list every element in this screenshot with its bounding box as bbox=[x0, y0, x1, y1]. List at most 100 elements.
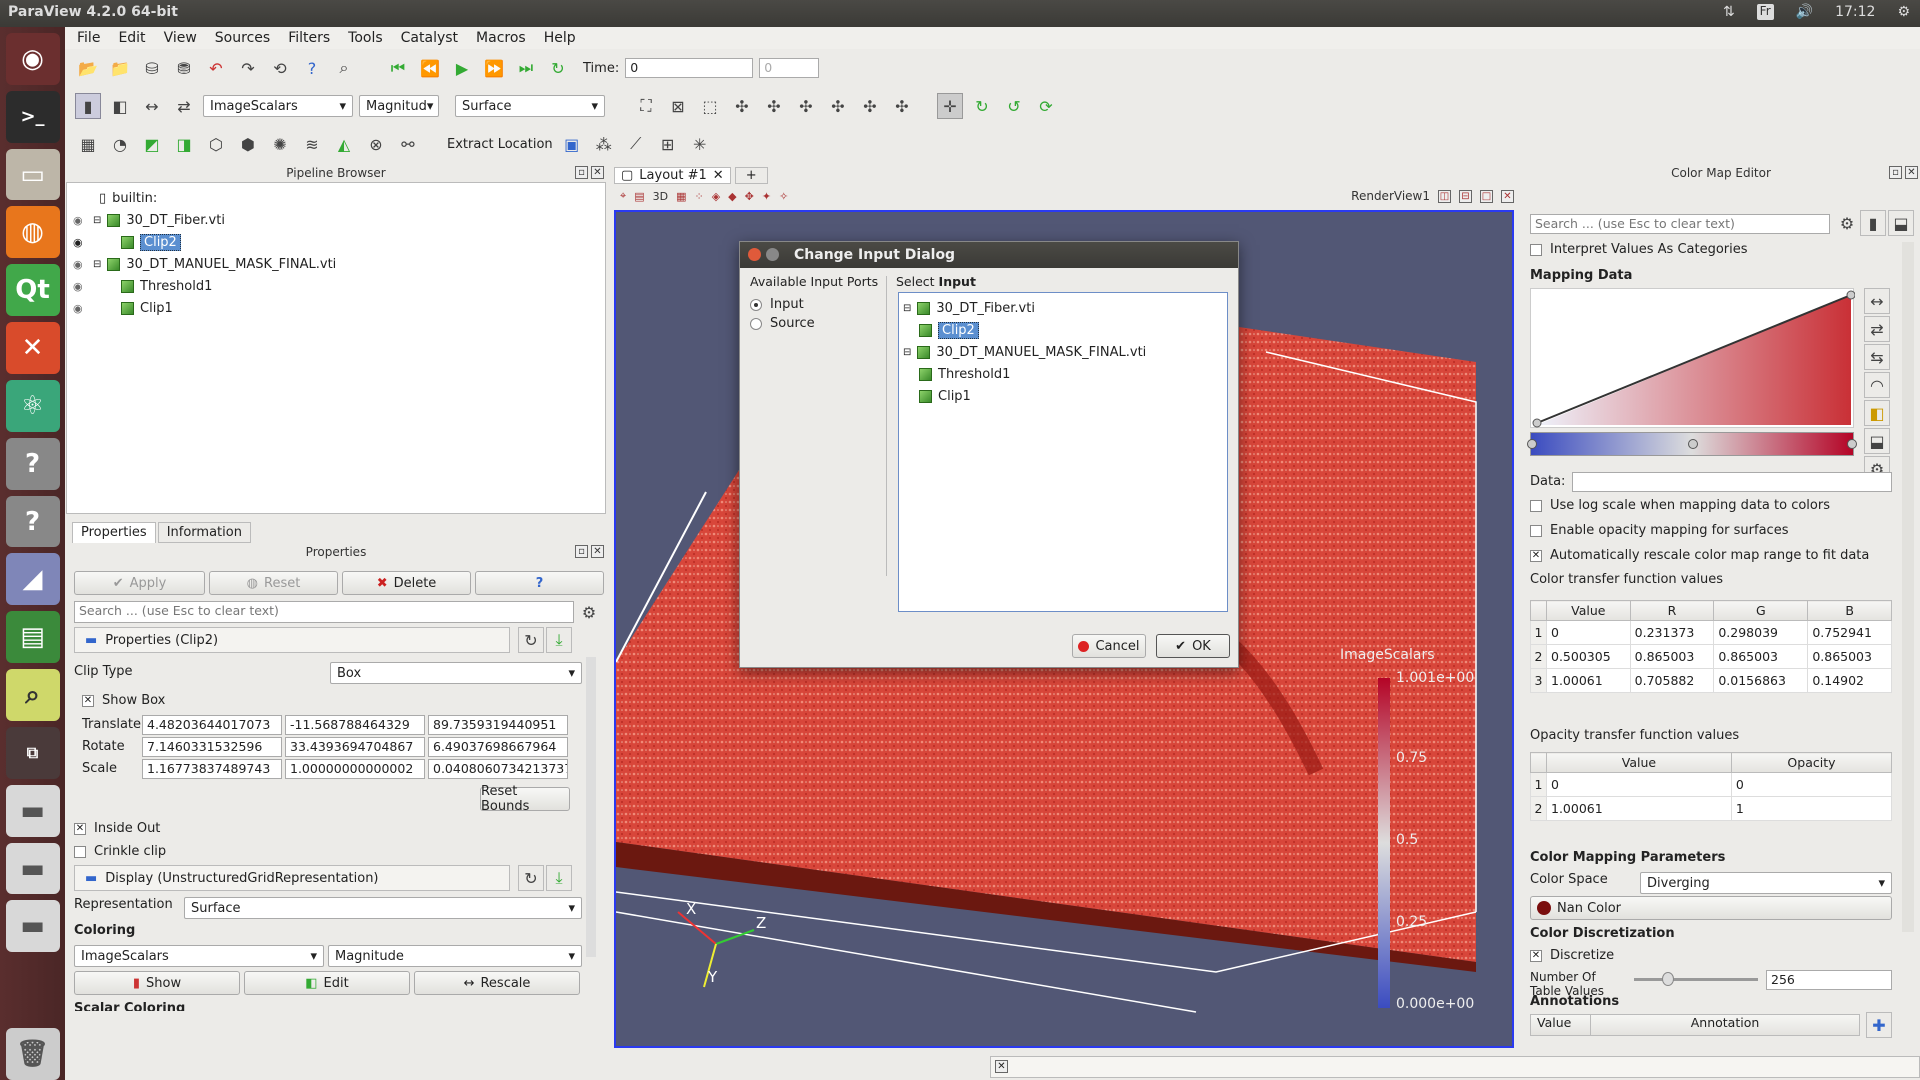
ctf-table[interactable]: Value R G B 1 0 0.231373 0.298039 0.752941 2 0.5… bbox=[1530, 600, 1892, 693]
play-icon[interactable]: ▶ bbox=[449, 55, 475, 81]
interpret-categories-row[interactable]: Interpret Values As Categories bbox=[1530, 242, 1748, 257]
save-default-icon[interactable]: ⤓ bbox=[546, 627, 572, 653]
zoom-to-data-icon[interactable]: ⊠ bbox=[665, 93, 691, 119]
save-preset-icon[interactable]: ⬓ bbox=[1864, 428, 1890, 454]
close-view-icon[interactable]: ✕ bbox=[1501, 189, 1514, 203]
tab-properties[interactable]: Properties bbox=[72, 522, 156, 543]
float-icon[interactable]: ▫ bbox=[575, 545, 588, 558]
workspace-switcher-icon[interactable]: ⧉ bbox=[5, 726, 60, 779]
show-colorbar-button[interactable]: ▮ Show bbox=[74, 971, 240, 995]
eye-icon[interactable]: ◉ bbox=[73, 236, 87, 249]
table-values-field[interactable]: 256 bbox=[1766, 970, 1892, 990]
find-data-icon[interactable]: ⌕ bbox=[331, 55, 357, 81]
opacity-point[interactable] bbox=[1846, 290, 1856, 300]
reset-camera-icon[interactable]: ⛶ bbox=[633, 93, 659, 119]
menu-edit[interactable]: Edit bbox=[118, 30, 145, 46]
table-cell[interactable]: 0.14902 bbox=[1807, 668, 1892, 693]
ctf-header[interactable]: G bbox=[1713, 600, 1809, 621]
zoom-box-icon[interactable]: ⬚ bbox=[697, 93, 723, 119]
view-plus-x-icon[interactable]: ✣ bbox=[729, 93, 755, 119]
scale-x-field[interactable]: 1.16773837489743 bbox=[142, 759, 282, 779]
split-horizontal-icon[interactable]: ◫ bbox=[1438, 189, 1451, 203]
restore-default-icon[interactable]: ↻ bbox=[518, 627, 544, 653]
rescale-range-icon[interactable]: ↔ bbox=[139, 93, 165, 119]
maximize-icon[interactable]: □ bbox=[1480, 189, 1493, 203]
delete-button[interactable]: ✖ Delete bbox=[342, 571, 471, 595]
ubuntu-logo-icon[interactable]: ◉ bbox=[5, 33, 60, 85]
opacity-mapping-checkbox[interactable] bbox=[1530, 524, 1542, 537]
eye-icon[interactable]: ◉ bbox=[73, 302, 87, 315]
terminal-icon[interactable]: >_ bbox=[5, 90, 60, 143]
table-cell[interactable]: 0.865003 bbox=[1807, 644, 1892, 669]
edit-colormap-button[interactable]: ◧ Edit bbox=[244, 971, 410, 995]
crinkle-clip-row[interactable]: Crinkle clip bbox=[74, 844, 166, 859]
interpret-categories-checkbox[interactable] bbox=[1530, 243, 1542, 256]
scale-y-field[interactable]: 1.00000000000002 bbox=[285, 759, 425, 779]
collapse-icon[interactable]: ⊟ bbox=[903, 303, 911, 314]
table-cell[interactable]: 0.298039 bbox=[1713, 620, 1809, 645]
table-row[interactable]: 2 0.500305 0.865003 0.865003 0.865003 bbox=[1530, 644, 1892, 669]
tree-item-threshold1[interactable]: ◉ Threshold1 bbox=[73, 275, 605, 297]
previous-frame-icon[interactable]: ⏪ bbox=[417, 55, 443, 81]
clip-icon[interactable]: ◩ bbox=[139, 131, 165, 157]
next-frame-icon[interactable]: ⏩ bbox=[481, 55, 507, 81]
port-source-option[interactable]: Source bbox=[750, 316, 890, 331]
close-icon[interactable]: ✕ bbox=[1905, 166, 1918, 179]
table-cell[interactable]: 1.00061 bbox=[1546, 796, 1732, 821]
eye-icon[interactable]: ◉ bbox=[73, 280, 87, 293]
tree-item-fiber[interactable]: ◉ ⊟ 30_DT_Fiber.vti bbox=[73, 209, 605, 231]
view-minus-y-icon[interactable]: ✣ bbox=[825, 93, 851, 119]
color-point[interactable] bbox=[1688, 439, 1698, 449]
menu-macros[interactable]: Macros bbox=[476, 30, 526, 46]
discretize-checkbox[interactable]: ✕ bbox=[1530, 949, 1542, 962]
volume-icon[interactable]: 🔊 bbox=[1796, 4, 1813, 20]
glyph-icon[interactable]: ✺ bbox=[267, 131, 293, 157]
table-cell[interactable]: 0.865003 bbox=[1713, 644, 1809, 669]
menu-filters[interactable]: Filters bbox=[288, 30, 330, 46]
auto-rescale-checkbox[interactable]: ✕ bbox=[1530, 549, 1542, 562]
camera-undo-icon[interactable]: ⟲ bbox=[267, 55, 293, 81]
opacity-function-editor[interactable] bbox=[1530, 288, 1856, 428]
data-value-field[interactable] bbox=[1572, 472, 1892, 492]
collapse-icon[interactable]: ⊟ bbox=[903, 347, 911, 358]
clear-status-icon[interactable]: ✕ bbox=[995, 1060, 1008, 1073]
rotate-x-field[interactable]: 7.1460331532596 bbox=[142, 737, 282, 757]
clear-selection-icon[interactable]: ✦ bbox=[762, 190, 771, 203]
qt-creator-icon[interactable]: Qt bbox=[5, 264, 60, 317]
input-tree-item[interactable]: ⊟ 30_DT_MANUEL_MASK_FINAL.vti bbox=[903, 341, 1227, 363]
drive-icon-3[interactable]: ▬ bbox=[5, 900, 60, 953]
tree-root[interactable]: ▯ builtin: bbox=[73, 187, 605, 209]
pick-center-icon[interactable]: ⟳ bbox=[1033, 93, 1059, 119]
extract-level-icon[interactable]: ⚯ bbox=[395, 131, 421, 157]
clock[interactable]: 17:12 bbox=[1835, 4, 1875, 20]
input-tree-item[interactable]: ⊟ 30_DT_Fiber.vti bbox=[903, 297, 1227, 319]
coloring-component-select[interactable]: Magnitude ▾ bbox=[328, 945, 582, 967]
capture-icon[interactable]: ▤ bbox=[634, 190, 644, 203]
redo-icon[interactable]: ↷ bbox=[235, 55, 261, 81]
ann-header[interactable]: Annotation bbox=[1591, 1015, 1859, 1035]
view-plus-z-icon[interactable]: ✣ bbox=[857, 93, 883, 119]
port-input-radio[interactable] bbox=[750, 298, 762, 311]
split-vertical-icon[interactable]: ⊟ bbox=[1459, 189, 1472, 203]
table-row[interactable]: 1 0 0.231373 0.298039 0.752941 bbox=[1530, 620, 1892, 645]
probe-icon[interactable]: ✳ bbox=[687, 131, 713, 157]
nan-color-button[interactable]: Nan Color bbox=[1530, 896, 1892, 920]
eye-icon[interactable]: ◉ bbox=[73, 214, 87, 227]
auto-rescale-row[interactable]: ✕ Automatically rescale color map range t… bbox=[1530, 548, 1869, 563]
image-viewer-icon[interactable]: ⌕ bbox=[5, 669, 60, 721]
plot-selection-icon[interactable]: ⁂ bbox=[591, 131, 617, 157]
cancel-button[interactable]: Cancel bbox=[1072, 634, 1146, 658]
show-box-checkbox[interactable]: ✕ bbox=[82, 694, 94, 707]
trash-icon[interactable]: 🗑 bbox=[5, 1028, 60, 1080]
rescale-visible-range-icon[interactable]: ⇆ bbox=[1864, 344, 1890, 370]
table-values-slider[interactable] bbox=[1634, 972, 1758, 986]
tree-item-clip1[interactable]: ◉ Clip1 bbox=[73, 297, 605, 319]
color-point[interactable] bbox=[1847, 439, 1857, 449]
ctf-header[interactable]: R bbox=[1629, 600, 1715, 621]
open-icon[interactable]: 📂 bbox=[75, 55, 101, 81]
input-tree-item[interactable]: Threshold1 bbox=[903, 363, 1227, 385]
system-settings-icon[interactable]: ✕ bbox=[5, 322, 60, 374]
table-cell[interactable]: 1 bbox=[1730, 796, 1893, 821]
slice-icon[interactable]: ◨ bbox=[171, 131, 197, 157]
tree-item-clip2[interactable]: ◉ Clip2 bbox=[73, 231, 605, 253]
